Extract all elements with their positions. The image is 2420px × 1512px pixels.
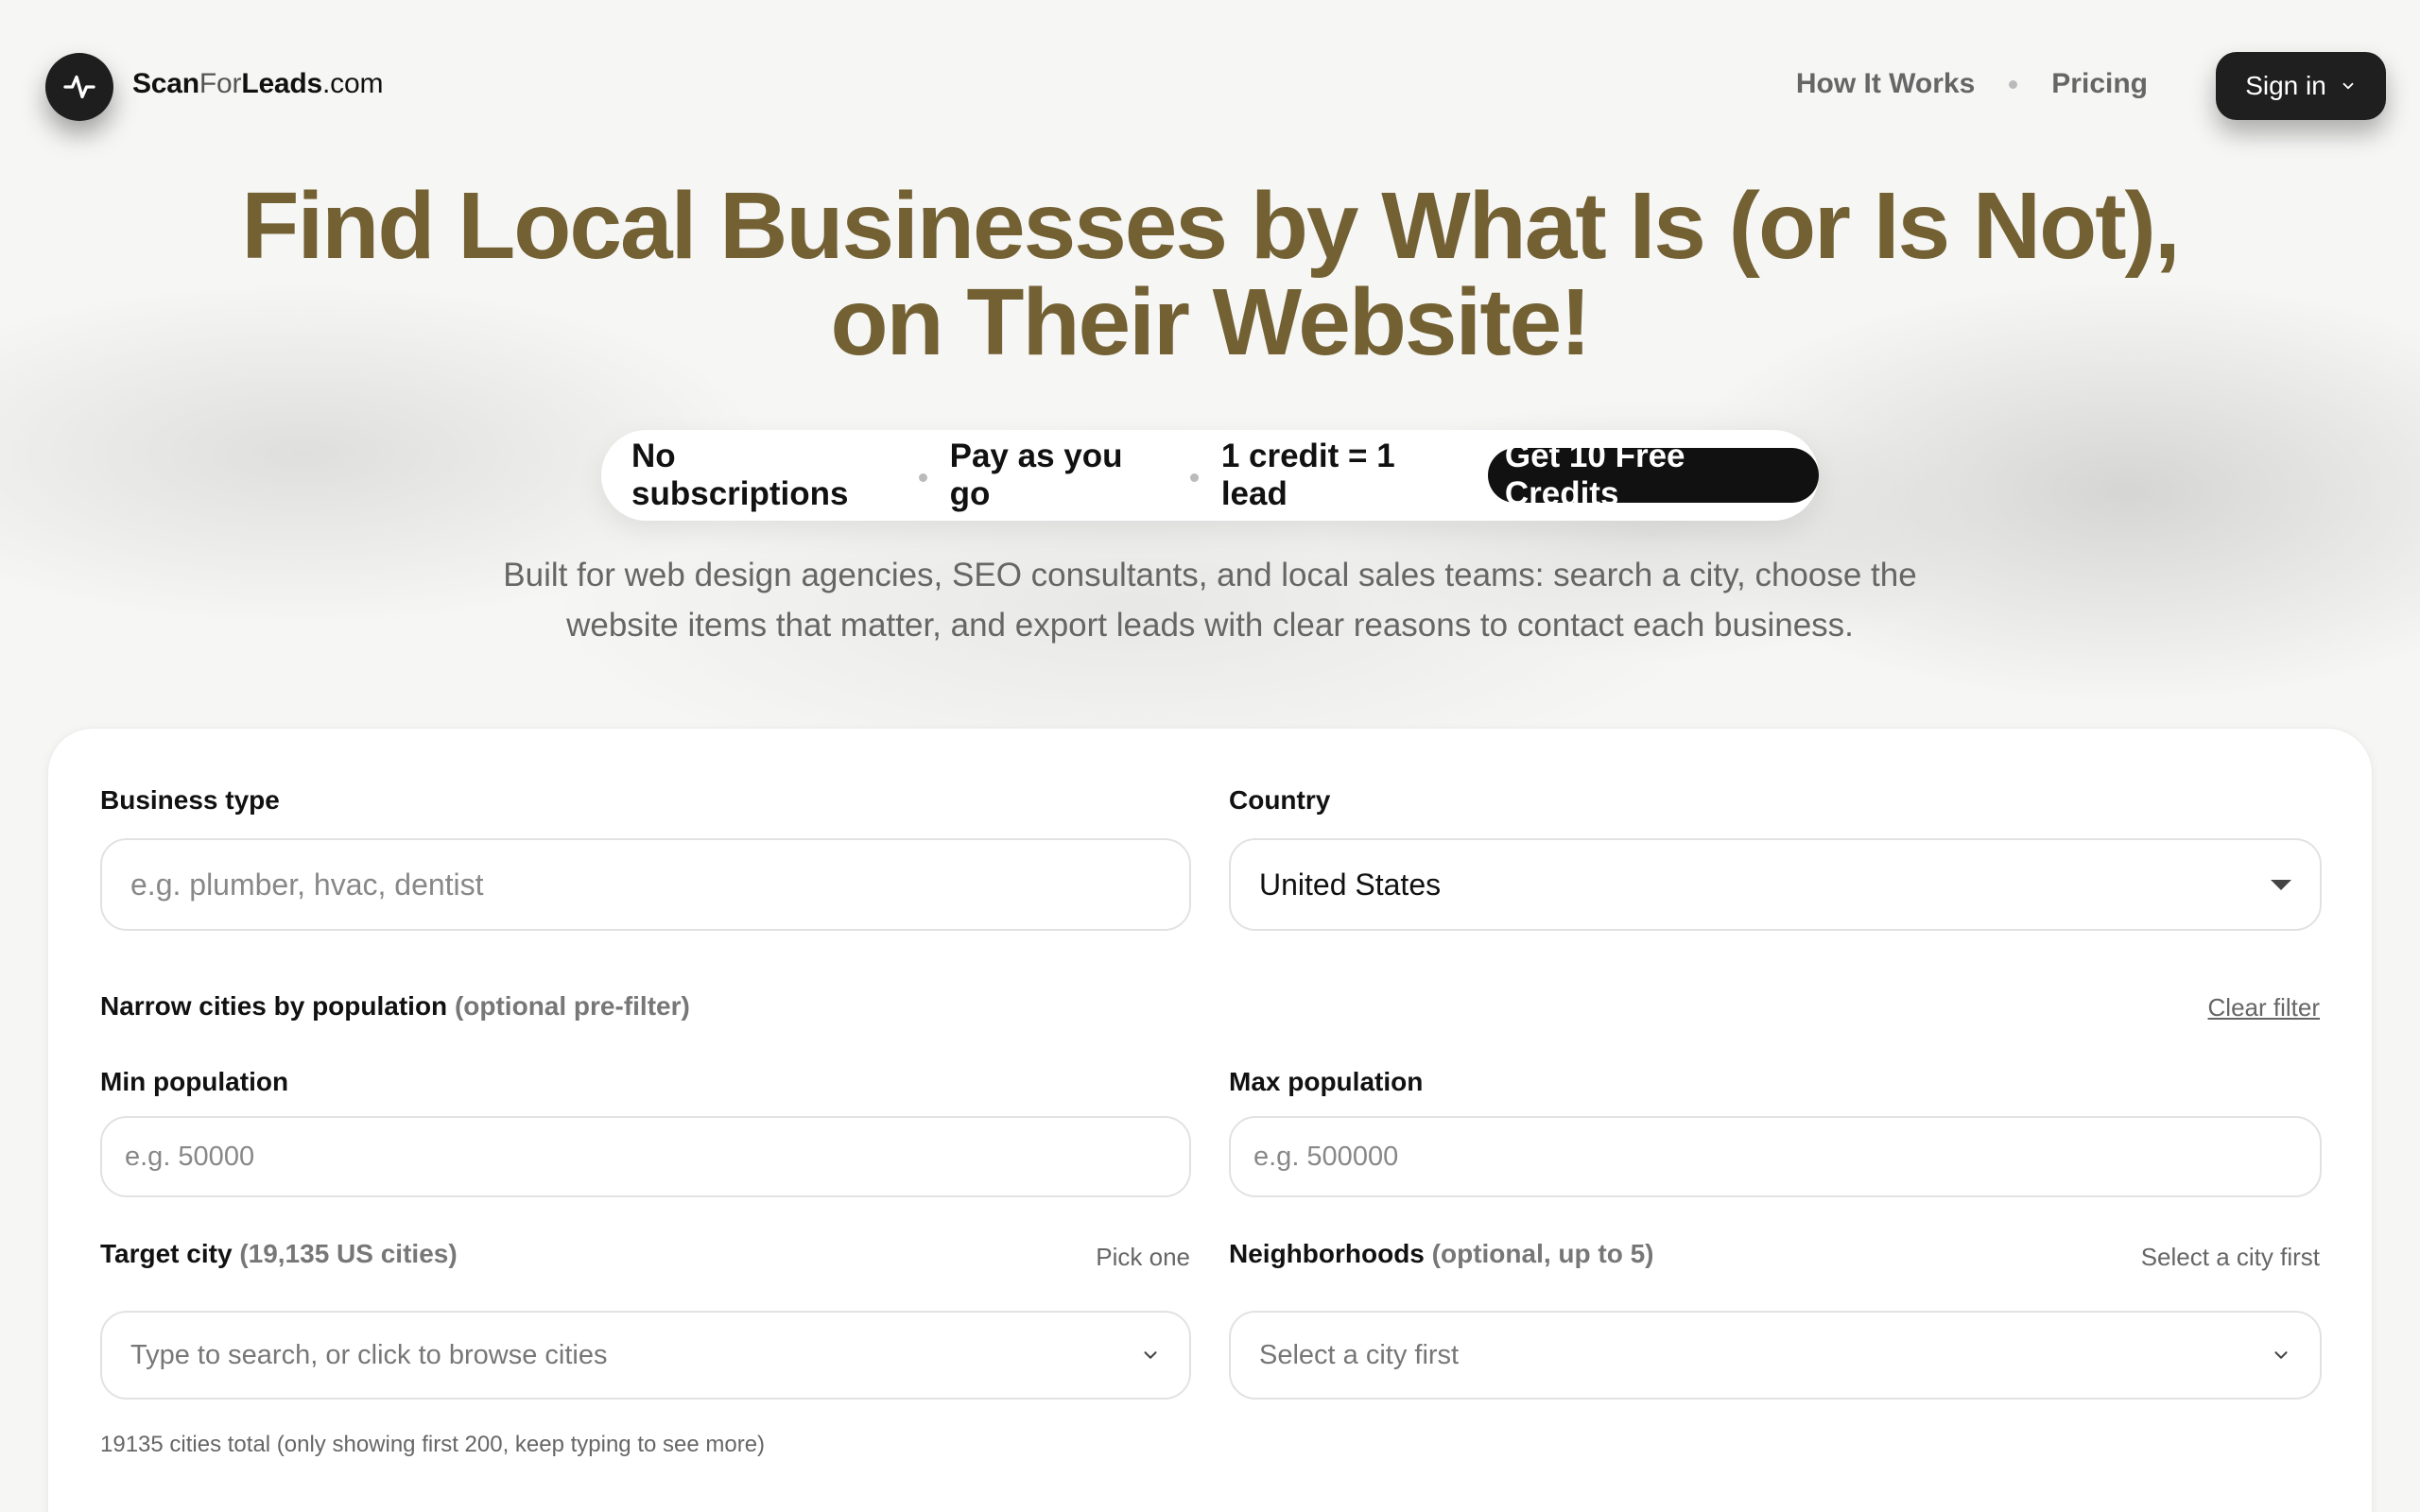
max-population-field[interactable] (1229, 1116, 2322, 1197)
business-type-label: Business type (100, 785, 280, 815)
country-label: Country (1229, 785, 1331, 815)
target-city-label: Target city (19,135 US cities) (100, 1239, 458, 1269)
cities-total-note: 19135 cities total (only showing first 2… (100, 1432, 766, 1457)
chevron-down-icon (2342, 82, 2354, 90)
target-city-combobox[interactable]: Type to search, or click to browse citie… (100, 1311, 1191, 1400)
neighborhoods-label: Neighborhoods (optional, up to 5) (1229, 1239, 1654, 1269)
logo-mark[interactable] (45, 53, 113, 121)
neighborhoods-placeholder: Select a city first (1259, 1339, 1460, 1370)
search-form-card: Business type Country United States Narr… (47, 728, 2373, 1512)
chevron-down-icon (2274, 1351, 2288, 1359)
business-type-input[interactable] (130, 867, 1161, 902)
min-population-label: Min population (100, 1067, 289, 1096)
logo-word-leads: Leads (241, 68, 323, 99)
narrow-cities-label: Narrow cities by population (optional pr… (100, 991, 690, 1022)
nav-how-it-works[interactable]: How It Works (1796, 68, 1975, 100)
features-pill: No subscriptions Pay as you go 1 credit … (601, 430, 1819, 521)
hero-subtitle-line1: Built for web design agencies, SEO consu… (503, 557, 1917, 593)
pick-one-hint: Pick one (1096, 1243, 1190, 1271)
pill-separator-dot (918, 472, 927, 482)
logo-word-for: For (199, 68, 242, 99)
pill-no-subscriptions: No subscriptions (631, 438, 849, 512)
sign-in-label: Sign in (2245, 71, 2326, 100)
hero-title-line2: on Their Website! (830, 269, 1591, 375)
logo-domain: .com (322, 68, 384, 99)
nav-separator-dot (2009, 79, 2018, 89)
country-select[interactable]: United States (1229, 838, 2322, 931)
site-header: ScanForLeads.com How It Works Pricing Si… (0, 0, 2420, 170)
neighborhoods-hint: (optional, up to 5) (1431, 1239, 1654, 1268)
pulse-icon (63, 75, 95, 99)
pill-pay-as-you-go: Pay as you go (949, 438, 1123, 512)
hero-subtitle: Built for web design agencies, SEO consu… (454, 550, 1966, 650)
logo-wordmark[interactable]: ScanForLeads.com (132, 68, 383, 100)
logo-word-scan: Scan (132, 68, 199, 99)
main-nav: How It Works Pricing (1796, 68, 2148, 100)
hero-subtitle-line2: website items that matter, and export le… (566, 607, 1854, 644)
max-population-input[interactable] (1253, 1141, 2297, 1173)
narrow-cities-hint: (optional pre-filter) (454, 991, 690, 1021)
min-population-input[interactable] (125, 1141, 1167, 1173)
country-value: United States (1259, 867, 1442, 902)
nav-pricing[interactable]: Pricing (2051, 68, 2148, 100)
narrow-cities-title: Narrow cities by population (100, 991, 448, 1021)
min-population-field[interactable] (100, 1116, 1191, 1197)
sign-in-button[interactable]: Sign in (2216, 52, 2386, 120)
pill-credit-equals-lead: 1 credit = 1 lead (1220, 438, 1395, 512)
target-city-title: Target city (100, 1239, 233, 1268)
target-city-count: (19,135 US cities) (239, 1239, 458, 1268)
chevron-down-icon (1144, 1351, 1157, 1359)
hero-title: Find Local Businesses by What Is (or Is … (0, 178, 2420, 370)
hero-title-line1: Find Local Businesses by What Is (or Is … (241, 173, 2180, 279)
free-credits-button[interactable]: Get 10 Free Credits (1487, 438, 1819, 512)
caret-down-icon (2271, 880, 2291, 890)
pill-separator-dot (1190, 472, 1199, 482)
neighborhoods-title: Neighborhoods (1229, 1239, 1425, 1268)
select-city-first-hint: Select a city first (2140, 1243, 2320, 1271)
clear-filter-link[interactable]: Clear filter (2208, 993, 2320, 1022)
neighborhoods-combobox[interactable]: Select a city first (1229, 1311, 2322, 1400)
max-population-label: Max population (1229, 1067, 1424, 1096)
target-city-placeholder: Type to search, or click to browse citie… (130, 1339, 608, 1370)
business-type-field[interactable] (100, 838, 1191, 931)
